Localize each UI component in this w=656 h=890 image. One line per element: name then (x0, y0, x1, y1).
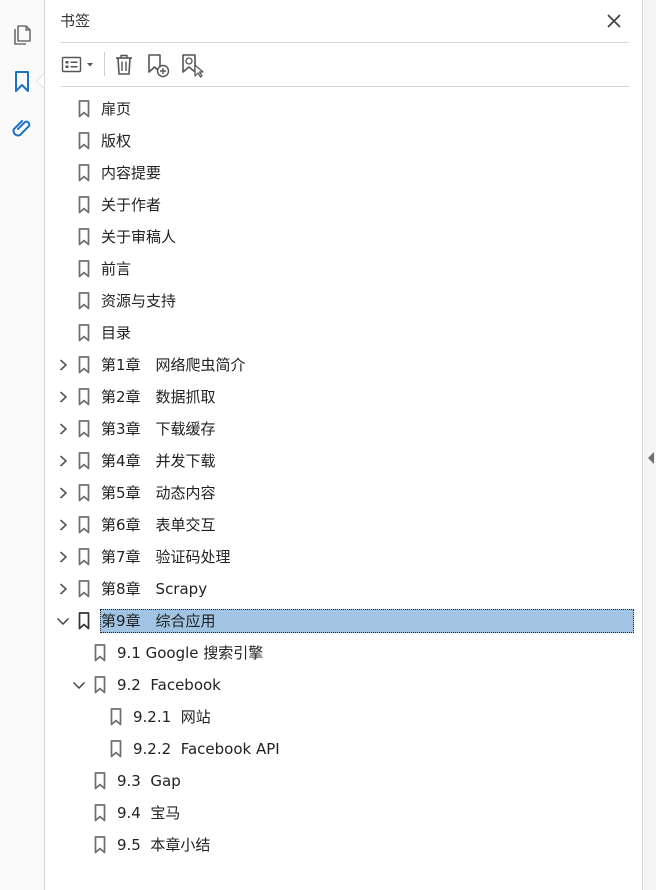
bookmark-label: 9.4 宝马 (117, 804, 181, 822)
bookmark-icon (94, 644, 106, 662)
chevron-right-icon[interactable] (56, 358, 70, 372)
bookmark-icon (78, 196, 90, 214)
bookmark-label: 目录 (101, 324, 132, 342)
bookmark-item[interactable]: 扉页 (0, 93, 642, 125)
bookmark-label: 关于作者 (101, 196, 162, 214)
bookmark-icon (78, 260, 90, 278)
chevron-right-icon[interactable] (56, 518, 70, 532)
bookmark-icon[interactable] (8, 68, 36, 96)
bookmark-label: 第4章 并发下载 (101, 452, 216, 470)
bookmark-item[interactable]: 9.2 Facebook (0, 669, 642, 701)
new-bookmark-icon[interactable] (144, 50, 172, 80)
bookmark-icon (78, 324, 90, 342)
options-menu-icon (61, 56, 82, 73)
bookmark-item[interactable]: 第9章 综合应用 (0, 605, 642, 637)
bookmark-icon (78, 420, 90, 438)
bookmark-item[interactable]: 内容提要 (0, 157, 642, 189)
bookmark-icon (78, 580, 90, 598)
chevron-right-icon[interactable] (56, 550, 70, 564)
bookmark-label: 关于审稿人 (101, 228, 177, 246)
bookmark-item[interactable]: 关于作者 (0, 189, 642, 221)
bookmark-label: 第9章 综合应用 (101, 612, 216, 630)
bookmark-item[interactable]: 前言 (0, 253, 642, 285)
delete-bookmark-icon[interactable] (111, 50, 137, 80)
bookmark-label: 9.2 Facebook (117, 676, 221, 694)
chevron-right-icon[interactable] (56, 486, 70, 500)
bookmark-item[interactable]: 目录 (0, 317, 642, 349)
chevron-down-icon (87, 63, 93, 67)
chevron-right-icon[interactable] (56, 422, 70, 436)
bookmark-label: 第5章 动态内容 (101, 484, 216, 502)
bookmark-item[interactable]: 9.5 本章小结 (0, 829, 642, 861)
bookmark-item[interactable]: 第5章 动态内容 (0, 477, 642, 509)
options-menu-button[interactable] (60, 50, 98, 80)
header-divider (60, 42, 629, 43)
bookmark-label: 9.3 Gap (117, 772, 181, 790)
bookmark-item[interactable]: 第6章 表单交互 (0, 509, 642, 541)
bookmark-item[interactable]: 第7章 验证码处理 (0, 541, 642, 573)
bookmark-icon (94, 836, 106, 854)
bookmark-item[interactable]: 第8章 Scrapy (0, 573, 642, 605)
bookmark-icon (78, 164, 90, 182)
pages-icon[interactable] (8, 21, 36, 49)
bookmark-label: 9.5 本章小结 (117, 836, 211, 854)
bookmark-label: 9.1 Google 搜索引擎 (117, 644, 264, 662)
chevron-right-icon[interactable] (56, 454, 70, 468)
bookmark-item[interactable]: 9.4 宝马 (0, 797, 642, 829)
bookmark-icon (78, 484, 90, 502)
bookmark-icon (110, 740, 122, 758)
bookmark-icon (78, 132, 90, 150)
bookmark-icon (78, 548, 90, 566)
bookmark-label: 第6章 表单交互 (101, 516, 216, 534)
bookmark-item[interactable]: 9.1 Google 搜索引擎 (0, 637, 642, 669)
close-icon[interactable] (603, 10, 625, 32)
bookmark-icon (78, 356, 90, 374)
bookmark-icon (110, 708, 122, 726)
bookmark-label: 第2章 数据抓取 (101, 388, 216, 406)
bookmark-label: 第1章 网络爬虫简介 (101, 356, 246, 374)
toolbar-divider (60, 86, 629, 87)
active-rail-indicator-fill (37, 74, 44, 88)
bookmark-item[interactable]: 版权 (0, 125, 642, 157)
bookmark-item[interactable]: 第2章 数据抓取 (0, 381, 642, 413)
bookmark-item[interactable]: 9.2.1 网站 (0, 701, 642, 733)
chevron-right-icon[interactable] (56, 582, 70, 596)
bookmark-label: 第7章 验证码处理 (101, 548, 231, 566)
bookmark-icon (78, 292, 90, 310)
bookmark-item[interactable]: 第4章 并发下载 (0, 445, 642, 477)
bookmark-icon (78, 228, 90, 246)
bookmark-icon (78, 612, 90, 630)
chevron-down-icon[interactable] (56, 614, 70, 628)
chevron-right-icon[interactable] (56, 390, 70, 404)
bookmark-label: 9.2.1 网站 (133, 708, 211, 726)
chevron-down-icon[interactable] (72, 678, 86, 692)
bookmark-item[interactable]: 关于审稿人 (0, 221, 642, 253)
bookmark-label: 前言 (101, 260, 132, 278)
bookmark-icon (78, 516, 90, 534)
bookmark-icon (94, 772, 106, 790)
bookmark-icon (94, 804, 106, 822)
bookmark-item[interactable]: 9.2.2 Facebook API (0, 733, 642, 765)
bookmarks-window: 书签 扉页 版权 内容提要 关于作者 关于审稿人 前言 资源与支持 目录 第1章… (0, 0, 656, 890)
bookmark-icon (78, 452, 90, 470)
toolbar-separator (104, 52, 105, 76)
bookmark-label: 资源与支持 (101, 292, 177, 310)
bookmark-label: 版权 (101, 132, 132, 150)
bookmark-item[interactable]: 第3章 下载缓存 (0, 413, 642, 445)
panel-title: 书签 (60, 12, 91, 30)
bookmark-icon (78, 100, 90, 118)
collapse-strip[interactable] (642, 0, 656, 890)
bookmark-label: 扉页 (101, 100, 132, 118)
bookmark-label: 第3章 下载缓存 (101, 420, 216, 438)
bookmark-label: 内容提要 (101, 164, 162, 182)
bookmark-label: 第8章 Scrapy (101, 580, 208, 598)
bookmark-label: 9.2.2 Facebook API (133, 740, 280, 758)
bookmark-item[interactable]: 资源与支持 (0, 285, 642, 317)
find-bookmark-icon[interactable] (178, 50, 206, 80)
bookmark-icon (78, 388, 90, 406)
bookmark-item[interactable]: 9.3 Gap (0, 765, 642, 797)
bookmark-item[interactable]: 第1章 网络爬虫简介 (0, 349, 642, 381)
bookmark-icon (94, 676, 106, 694)
collapse-arrow-icon[interactable] (648, 452, 654, 464)
